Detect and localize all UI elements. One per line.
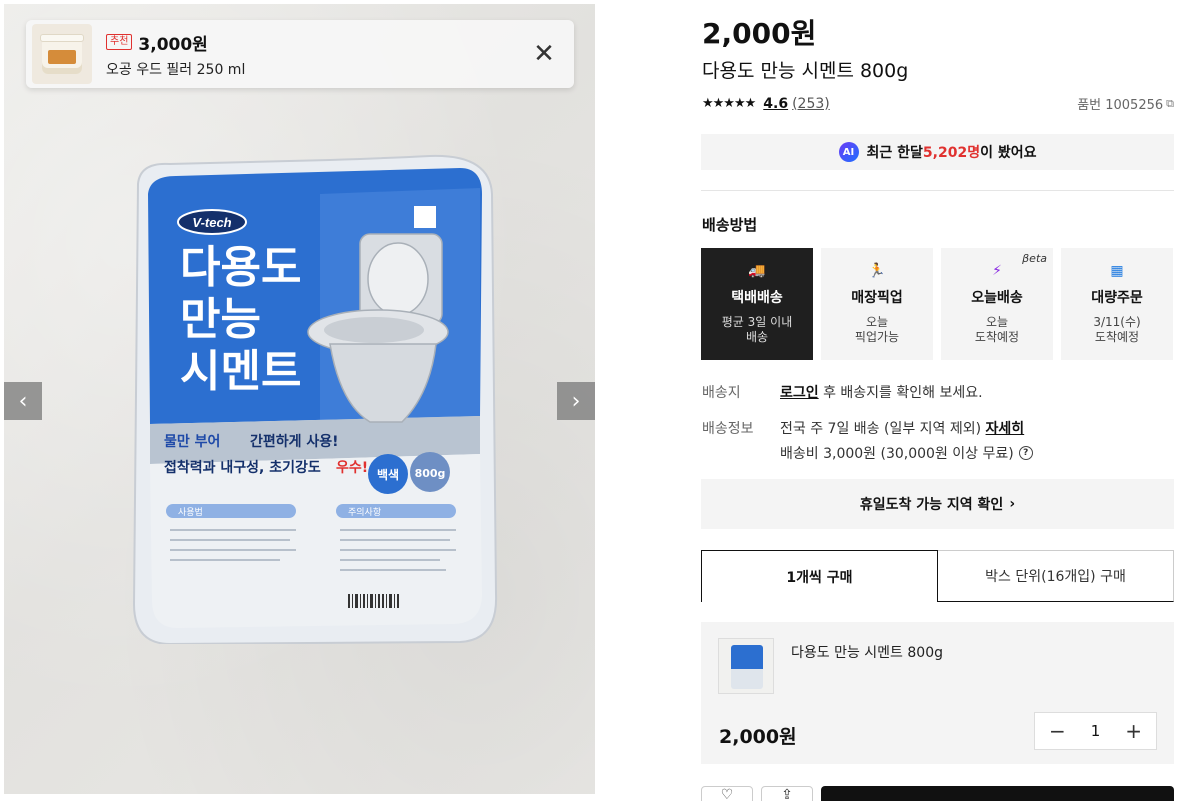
- shipping-fee-text: 배송비 3,000원 (30,000원 이상 무료): [780, 446, 1014, 462]
- shipping-option-sub2: 도착예정: [1094, 330, 1140, 344]
- shipping-option-name: 대량주문: [1091, 290, 1143, 306]
- recommendation-info[interactable]: 추천 3,000원 오공 우드 필러 250 ml: [106, 30, 526, 79]
- product-image-gallery: V-tech 다용도 만능 시멘트 물만 부어 간편하게 사용! 접착력과 내구…: [4, 4, 595, 794]
- destination-text: 후 배송지를 확인해 보세요.: [818, 385, 983, 401]
- divider: [701, 190, 1174, 191]
- package-feature-2: 접착력과 내구성, 초기강도: [164, 459, 321, 476]
- rating-row: ★★★★★ 4.6 (253) 품번 1005256 ⧉: [702, 94, 1174, 114]
- shipping-option-sub2: 배송: [745, 330, 769, 344]
- shipping-info-label: 배송정보: [702, 421, 754, 437]
- shipping-option-today[interactable]: βeta ⚡ 오늘배송 오늘 도착예정: [941, 248, 1053, 360]
- shipping-options: 🚚 택배배송 평균 3일 이내 배송 🏃 매장픽업 오늘 픽업가능 βeta ⚡ 오…: [701, 248, 1174, 360]
- brand-logo-text: V-tech: [192, 215, 231, 230]
- box-icon: ▦: [1110, 263, 1124, 279]
- next-image-button[interactable]: ›: [557, 382, 595, 420]
- chevron-right-icon: ›: [1009, 496, 1016, 512]
- ai-notice-prefix: 최근 한달: [866, 145, 923, 161]
- shipping-option-name: 오늘배송: [971, 290, 1023, 306]
- product-title: 다용도 만능 시멘트 800g: [702, 60, 909, 82]
- prev-image-button[interactable]: ‹: [4, 382, 42, 420]
- recommendation-banner[interactable]: 추천 3,000원 오공 우드 필러 250 ml ✕: [26, 20, 574, 88]
- ai-notice-highlight: 5,202명: [922, 145, 981, 161]
- product-price: 2,000원: [702, 17, 817, 50]
- beta-label: βeta: [1022, 252, 1047, 265]
- recommendation-price: 3,000원: [138, 34, 208, 55]
- shipping-option-sub1: 오늘: [865, 315, 889, 329]
- ai-notice-suffix: 이 봤어요: [980, 145, 1037, 161]
- share-icon: ⇪: [781, 787, 793, 801]
- minus-icon[interactable]: −: [1049, 721, 1066, 741]
- shipping-info-text: 전국 주 7일 배송 (일부 지역 제외): [780, 421, 986, 437]
- tab-box-purchase[interactable]: 박스 단위(16개입) 구매: [938, 550, 1174, 602]
- package-title-line-1: 다용도: [180, 242, 301, 293]
- shipping-option-bulk[interactable]: ▦ 대량주문 3/11(수) 도착예정: [1061, 248, 1173, 360]
- star-rating-icon: ★★★★★: [702, 96, 756, 111]
- runner-icon: 🏃: [868, 263, 886, 279]
- wishlist-button[interactable]: ♡: [701, 786, 753, 801]
- destination-row: 배송지 로그인 후 배송지를 확인해 보세요.: [702, 382, 983, 402]
- shipping-option-store-pickup[interactable]: 🏃 매장픽업 오늘 픽업가능: [821, 248, 933, 360]
- plus-icon[interactable]: +: [1125, 721, 1142, 741]
- shipping-option-name: 매장픽업: [851, 290, 903, 306]
- tab-single-purchase[interactable]: 1개씩 구매: [701, 550, 938, 602]
- ai-view-count-bar: AI 최근 한달 5,202명 이 봤어요: [701, 134, 1174, 170]
- selected-item-box: 다용도 만능 시멘트 800g 2,000원 − 1 +: [701, 622, 1174, 764]
- selected-item-name: 다용도 만능 시멘트 800g: [791, 645, 943, 661]
- shipping-detail-link[interactable]: 자세히: [986, 421, 1025, 437]
- question-icon[interactable]: ?: [1018, 446, 1033, 460]
- heart-icon: ♡: [720, 787, 734, 801]
- shipping-option-sub2: 도착예정: [974, 330, 1020, 344]
- destination-label: 배송지: [702, 385, 741, 401]
- shipping-heading: 배송방법: [702, 216, 758, 234]
- share-button[interactable]: ⇪: [761, 786, 813, 801]
- package-color-badge: 백색: [377, 467, 399, 482]
- login-link[interactable]: 로그인: [780, 385, 819, 401]
- purchase-tabs: 1개씩 구매 박스 단위(16개입) 구매: [701, 550, 1174, 602]
- chevron-left-icon: ‹: [18, 388, 28, 414]
- truck-icon: 🚚: [748, 263, 766, 279]
- recommendation-name: 오공 우드 필러 250 ml: [106, 61, 246, 78]
- ai-icon: AI: [838, 142, 859, 162]
- package-feature-1: 간편하게 사용!: [250, 433, 339, 450]
- shipping-option-name: 택배배송: [731, 290, 783, 306]
- selected-item-price: 2,000원: [719, 726, 797, 748]
- package-weight-badge: 800g: [415, 467, 446, 480]
- recommendation-thumbnail[interactable]: [32, 24, 92, 84]
- close-icon[interactable]: ✕: [526, 36, 562, 72]
- sku-copy[interactable]: 품번 1005256 ⧉: [1077, 94, 1174, 114]
- recommend-badge: 추천: [106, 34, 133, 50]
- package-title-line-3: 시멘트: [180, 346, 301, 397]
- quantity-stepper[interactable]: − 1 +: [1034, 712, 1157, 750]
- chevron-right-icon: ›: [571, 388, 581, 414]
- selected-item-thumbnail: [718, 638, 774, 694]
- package-feature-2-highlight: 우수!: [336, 460, 368, 476]
- package-caution-title: 주의사항: [348, 507, 381, 518]
- package-usage-title: 사용법: [178, 507, 203, 518]
- holiday-delivery-label: 휴일도착 가능 지역 확인: [859, 497, 1004, 513]
- review-count-link[interactable]: (253): [792, 96, 830, 112]
- bolt-truck-icon: ⚡: [992, 263, 1002, 279]
- shipping-option-parcel[interactable]: 🚚 택배배송 평균 3일 이내 배송: [701, 248, 813, 360]
- package-title-line-2: 만능: [180, 294, 261, 345]
- shipping-option-sub2: 픽업가능: [854, 330, 900, 344]
- shipping-fee-row: 배송비 3,000원 (30,000원 이상 무료) ?: [780, 443, 1033, 463]
- shipping-option-sub1: 3/11(수): [1093, 315, 1141, 329]
- holiday-delivery-button[interactable]: 휴일도착 가능 지역 확인 ›: [701, 479, 1174, 529]
- rating-value[interactable]: 4.6: [763, 96, 788, 112]
- buy-button[interactable]: [821, 786, 1174, 801]
- copy-icon[interactable]: ⧉: [1166, 97, 1174, 111]
- shipping-option-sub1: 오늘: [985, 315, 1009, 329]
- sku-label: 품번 1005256: [1077, 98, 1164, 113]
- shipping-info-row: 배송정보 전국 주 7일 배송 (일부 지역 제외) 자세히: [702, 418, 1024, 438]
- product-package-image: V-tech 다용도 만능 시멘트 물만 부어 간편하게 사용! 접착력과 내구…: [132, 154, 498, 644]
- shipping-option-sub1: 평균 3일 이내: [721, 315, 793, 329]
- package-feature-1-prefix: 물만 부어: [164, 433, 220, 450]
- bottom-action-row: ♡ ⇪: [701, 786, 1174, 801]
- quantity-value[interactable]: 1: [1091, 722, 1101, 740]
